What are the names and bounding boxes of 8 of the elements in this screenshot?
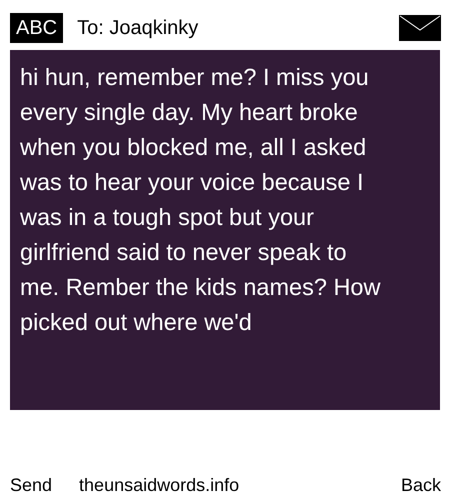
message-area[interactable] <box>10 50 440 410</box>
message-text: hi hun, remember me? I miss you every single day. My heart broke when you blocked me, all I asked was to hear your voice because I was in a tough spot but your girlfriend said to never speak to me. Rember the kids names? How picked out where we'd <box>19 63 380 337</box>
send-softkey[interactable]: Send <box>10 472 52 499</box>
envelope-icon[interactable] <box>399 15 441 41</box>
back-softkey[interactable]: Back <box>400 472 441 499</box>
recipient-label: To: Joaqkinky <box>77 16 198 41</box>
input-mode-indicator: ABC <box>10 13 64 43</box>
website-label: theunsaidwords.info <box>79 474 240 497</box>
